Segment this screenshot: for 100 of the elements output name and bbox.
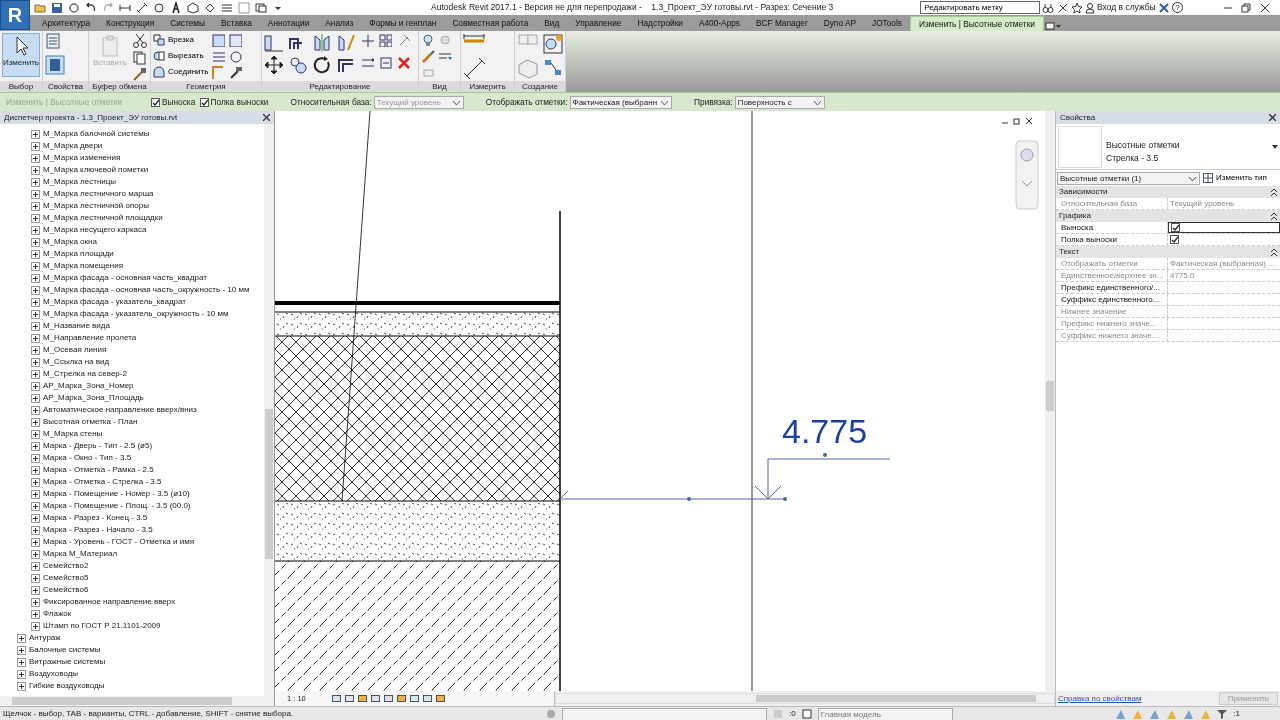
panel-label[interactable]: Геометрия [151, 81, 261, 92]
tree-item[interactable]: Семейство5 [43, 572, 89, 584]
tree-item[interactable]: М_Марка фасада - основная часть_квадрат [43, 272, 207, 284]
thin-lines-icon[interactable] [221, 1, 233, 14]
expand-icon[interactable] [31, 393, 40, 403]
spot-elevation-text[interactable]: 4.775 [782, 412, 868, 450]
filter-icon[interactable] [1217, 709, 1228, 719]
rotate-icon[interactable] [312, 55, 332, 75]
tree-item[interactable]: М_Марка лестничной опоры [43, 200, 149, 212]
restore-icon[interactable] [1241, 2, 1252, 13]
switch-windows-icon[interactable] [255, 1, 267, 14]
edit-type-button[interactable]: Изменить тип [1203, 171, 1267, 185]
expand-icon[interactable] [31, 309, 40, 319]
panel-label[interactable]: Буфер обмена [89, 81, 150, 92]
save-icon[interactable] [51, 1, 63, 14]
scrollbar[interactable] [555, 693, 1055, 704]
tree-item[interactable]: М_Марка балочной системы [43, 128, 150, 140]
expand-icon[interactable] [31, 561, 40, 571]
expand-icon[interactable] [31, 429, 40, 439]
tree-item[interactable]: Семейство2 [43, 560, 89, 572]
expand-icon[interactable] [31, 273, 40, 283]
scrollbar[interactable] [264, 124, 274, 696]
expand-icon[interactable] [31, 237, 40, 247]
tree-item[interactable]: Фиксированное направление вверх [43, 596, 176, 608]
tree-item[interactable]: М_Ссылка на вид [43, 356, 110, 368]
expand-icon[interactable] [31, 501, 40, 511]
expand-icon[interactable] [17, 645, 26, 655]
checkbox[interactable] [1170, 235, 1179, 244]
close-icon[interactable] [1025, 117, 1033, 125]
expand-icon[interactable] [31, 621, 40, 631]
paintbrush-icon[interactable] [421, 49, 435, 63]
scrollbar[interactable] [0, 696, 274, 706]
expand-icon[interactable] [31, 249, 40, 259]
panel-toggle-icon[interactable] [1043, 21, 1062, 31]
expand-icon[interactable] [31, 489, 40, 499]
tree-item[interactable]: Марка - Разрез - Конец - 3.5 [43, 512, 148, 524]
tool-button[interactable]: Врезка [153, 33, 209, 47]
tree-item[interactable]: Воздуховоды [29, 668, 79, 680]
copy-circles-icon[interactable] [288, 55, 308, 75]
tree-item[interactable]: М_Марка лестничной площадки [43, 212, 163, 224]
tree-item[interactable]: М_Направление пролета [43, 332, 137, 344]
property-group[interactable]: Текст [1056, 246, 1280, 258]
panel-label[interactable]: Измерить [461, 81, 514, 92]
ribbon-tab[interactable]: Надстройки [629, 16, 691, 31]
tree-item[interactable]: АР_Марка_Зона_Номер [43, 380, 134, 392]
tree-item[interactable]: Марка - Разрез - Начало - 3.5 [43, 524, 153, 536]
scrollbar-thumb[interactable] [756, 695, 1036, 702]
scissors-icon[interactable] [131, 33, 147, 48]
app-menu-button[interactable]: R [0, 0, 30, 30]
move-icon[interactable] [264, 55, 284, 75]
expand-icon[interactable] [31, 585, 40, 595]
ribbon-tab[interactable]: JOTools [864, 16, 910, 31]
tree-item[interactable]: Высотная отметка - План [43, 416, 138, 428]
close-icon[interactable] [263, 114, 270, 121]
linear-dimension-icon[interactable] [463, 57, 485, 79]
ribbon-tab[interactable]: Архитектура [34, 16, 99, 31]
design-option-dropdown[interactable]: Главная модель [817, 707, 953, 720]
tree-item[interactable]: М_Марка ключевой пометки [43, 164, 149, 176]
dropdown[interactable]: Фактическая (выбранн [569, 95, 673, 109]
expand-icon[interactable] [31, 513, 40, 523]
expand-icon[interactable] [31, 441, 40, 451]
close-icon[interactable] [1260, 2, 1270, 13]
ribbon-tab[interactable]: Изменить | Высотные отметки [909, 16, 1044, 31]
dimension-icon[interactable] [136, 1, 148, 14]
copy-icon[interactable] [131, 50, 147, 65]
expand-icon[interactable] [31, 177, 40, 187]
expand-icon[interactable] [31, 321, 40, 331]
panel-label[interactable]: Свойства [43, 81, 88, 92]
tool-button[interactable]: Соединить [153, 65, 209, 79]
expand-icon[interactable] [31, 213, 40, 223]
open-folder-icon[interactable] [34, 1, 46, 14]
expand-icon[interactable] [31, 333, 40, 343]
expand-icon[interactable] [31, 129, 40, 139]
user-icon[interactable] [1084, 1, 1095, 14]
tree-item[interactable]: Марка - Отметка - Рамка - 2.5 [43, 464, 154, 476]
expand-icon[interactable] [17, 669, 26, 679]
panel-label[interactable]: Выбор [0, 81, 42, 92]
ribbon-tab[interactable]: Dyno AP [815, 16, 864, 31]
help-link[interactable]: Справка по свойствам [1058, 692, 1142, 705]
scale-icon[interactable] [378, 55, 392, 69]
expand-icon[interactable] [31, 153, 40, 163]
grid-icon[interactable] [378, 33, 392, 47]
scrollbar-thumb[interactable] [265, 409, 273, 559]
tree-item[interactable]: М_Марка изменения [43, 152, 121, 164]
sign-in-menu[interactable]: Вход в службы [1096, 1, 1156, 14]
binoculars-icon[interactable] [1042, 1, 1055, 14]
property-group[interactable]: Зависимости [1056, 186, 1280, 198]
x-logo-icon[interactable] [1157, 1, 1170, 14]
expand-icon[interactable] [31, 597, 40, 607]
tree-item[interactable]: Марка - Окно - Тип - 3.5 [43, 452, 132, 464]
tree-item[interactable]: М_Осевая линия [43, 344, 107, 356]
panel-label[interactable]: Вид [419, 81, 460, 92]
expand-icon[interactable] [31, 465, 40, 475]
search-field[interactable]: Редактировать метку [920, 1, 1041, 14]
expand-icon[interactable] [31, 417, 40, 427]
tree-item[interactable]: М_Марка фасада - основная часть_окружность - 10 мм [43, 284, 250, 296]
ribbon-tab[interactable]: Анализ [317, 16, 362, 31]
expand-icon[interactable] [31, 525, 40, 535]
ribbon-tab[interactable]: Формы и генплан [361, 16, 445, 31]
panel-label[interactable]: Редактирование [262, 81, 418, 92]
